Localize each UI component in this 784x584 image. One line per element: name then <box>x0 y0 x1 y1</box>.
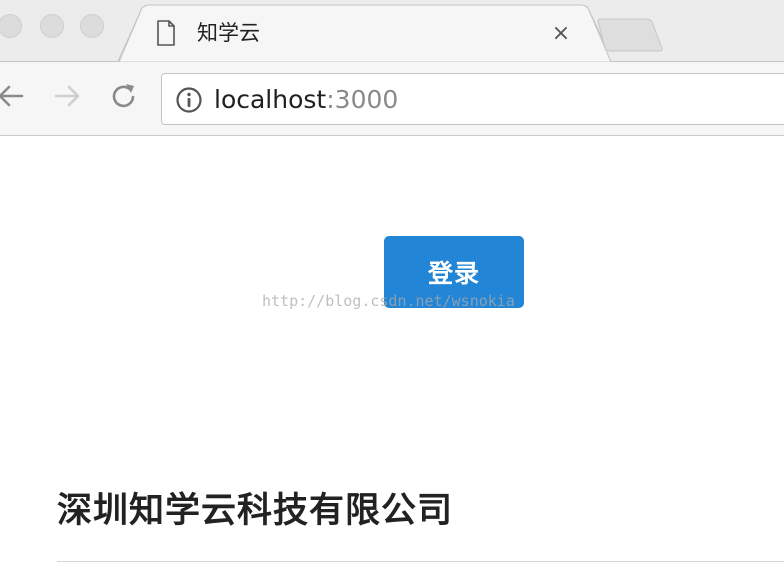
back-arrow-icon[interactable] <box>0 80 26 112</box>
new-tab-button[interactable] <box>596 18 666 54</box>
document-icon <box>157 20 175 46</box>
browser-toolbar: localhost:3000 <box>0 62 784 136</box>
browser-window: 知学云 × localhost:3000 登录 http://blog.csdn… <box>0 0 784 584</box>
divider <box>57 561 784 562</box>
watermark-text: http://blog.csdn.net/wsnokia <box>262 292 515 310</box>
close-tab-icon[interactable]: × <box>549 22 573 46</box>
tab-strip: 知学云 × <box>0 0 784 62</box>
url-text[interactable]: localhost:3000 <box>214 83 398 117</box>
company-name-heading: 深圳知学云科技有限公司 <box>57 491 454 531</box>
active-tab[interactable] <box>0 0 784 62</box>
address-bar[interactable]: localhost:3000 <box>161 73 784 125</box>
info-icon[interactable] <box>175 86 203 114</box>
forward-arrow-icon[interactable] <box>52 80 84 112</box>
tab-title: 知学云 <box>197 21 260 45</box>
url-port: :3000 <box>326 85 399 114</box>
url-host: localhost <box>214 85 327 114</box>
page-content: 登录 http://blog.csdn.net/wsnokia 深圳知学云科技有… <box>0 137 784 584</box>
reload-icon[interactable] <box>108 80 140 112</box>
